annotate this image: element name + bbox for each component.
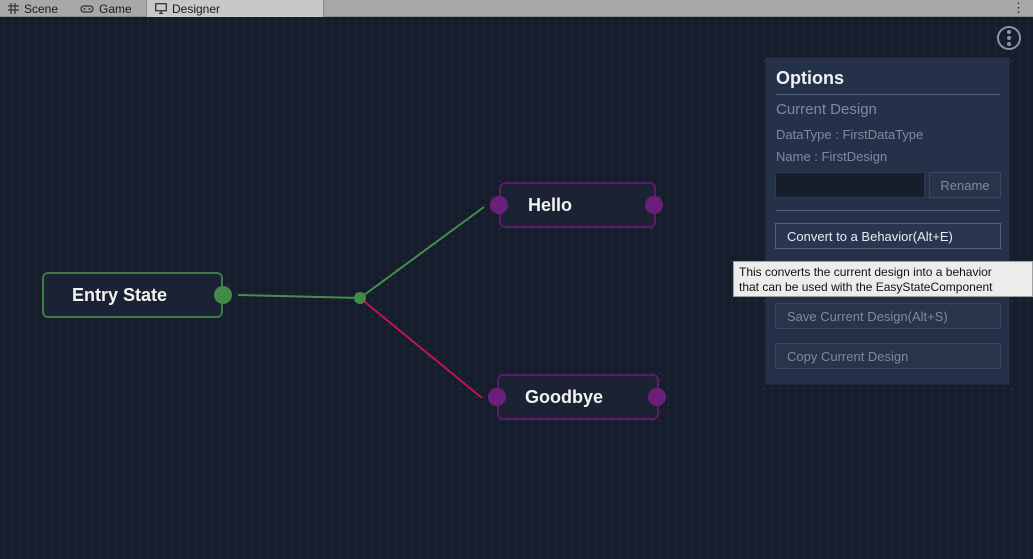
false-connection: [359, 297, 483, 399]
tab-designer-label: Designer: [172, 1, 221, 16]
options-panel: Options Current Design DataType : FirstD…: [765, 57, 1010, 385]
dot: [1007, 30, 1011, 34]
tab-game-label: Game: [99, 1, 132, 16]
hello-state-node[interactable]: Hello: [490, 182, 663, 228]
save-design-button[interactable]: Save Current Design(Alt+S): [775, 303, 1001, 329]
rename-input[interactable]: [775, 172, 925, 198]
tab-menu-icon[interactable]: ⋮: [1012, 1, 1025, 15]
entry-state-label: Entry State: [72, 284, 168, 305]
gamepad-icon: [80, 4, 94, 13]
options-more-icon[interactable]: [997, 26, 1021, 50]
tab-designer[interactable]: Designer: [146, 0, 324, 17]
tooltip-line-2: that can be used with the EasyStateCompo…: [739, 280, 993, 294]
hello-output-port[interactable]: [645, 196, 663, 214]
data-type-label: DataType : FirstDataType: [776, 127, 924, 142]
monitor-icon: [155, 3, 167, 14]
hello-input-port[interactable]: [490, 196, 508, 214]
dot: [1007, 42, 1011, 46]
grid-icon: [8, 3, 19, 14]
goodbye-state-label: Goodbye: [525, 386, 604, 407]
convert-to-behavior-button[interactable]: Convert to a Behavior(Alt+E): [775, 223, 1001, 249]
goodbye-state-node[interactable]: Goodbye: [488, 374, 666, 420]
tab-scene[interactable]: Scene: [0, 0, 70, 17]
divider: [776, 94, 1000, 95]
options-title: Options: [776, 68, 844, 88]
dot: [1007, 36, 1011, 40]
copy-design-button[interactable]: Copy Current Design: [775, 343, 1001, 369]
editor-tab-bar: Scene Game Designer ⋮: [0, 0, 1033, 17]
entry-connection: [237, 294, 361, 299]
tab-game[interactable]: Game: [72, 0, 145, 17]
entry-output-port[interactable]: [214, 286, 232, 304]
rename-button[interactable]: Rename: [929, 172, 1001, 198]
tab-scene-label: Scene: [24, 1, 59, 16]
true-connection: [359, 206, 485, 299]
convert-tooltip: This converts the current design into a …: [733, 261, 1033, 297]
divider: [776, 210, 1000, 211]
hello-state-label: Hello: [528, 194, 573, 215]
goodbye-input-port[interactable]: [488, 388, 506, 406]
design-name-label: Name : FirstDesign: [776, 149, 888, 164]
current-design-heading: Current Design: [776, 101, 877, 118]
entry-state-node[interactable]: Entry State: [42, 272, 232, 318]
goodbye-output-port[interactable]: [648, 388, 666, 406]
condition-router[interactable]: [354, 292, 366, 304]
tooltip-line-1: This converts the current design into a …: [739, 265, 992, 279]
